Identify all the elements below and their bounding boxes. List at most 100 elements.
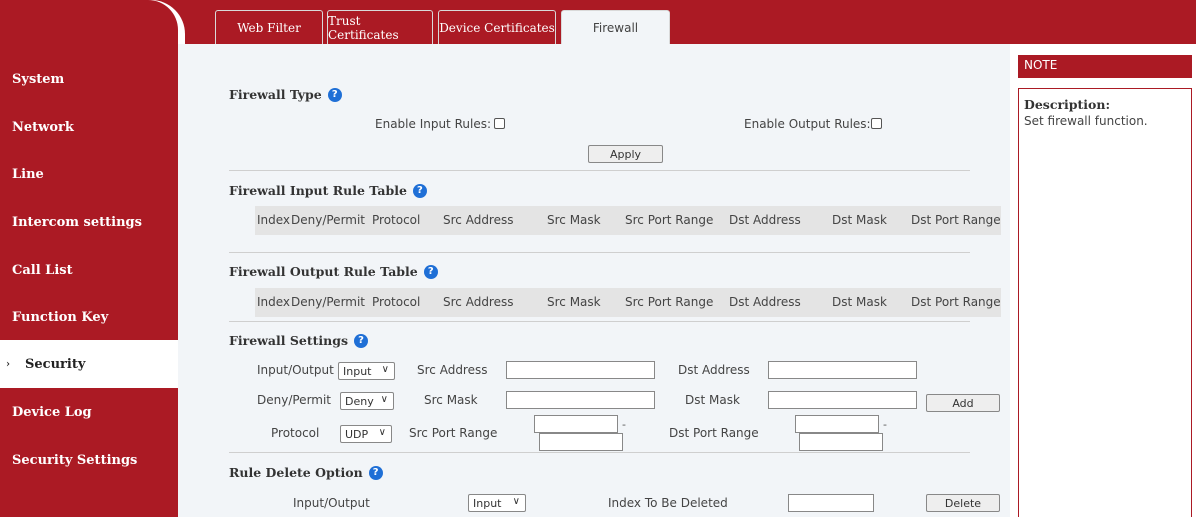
column-header: Dst Address	[729, 213, 801, 227]
sidebar-item-label: Device Log	[12, 404, 92, 420]
delete-input-output-label: Input/Output	[293, 496, 370, 510]
sidebar-item-label: Line	[12, 166, 44, 182]
column-header: Dst Mask	[832, 213, 887, 227]
delete-input-output-select[interactable]: Input ∨	[468, 494, 526, 512]
range-dash: -	[622, 418, 626, 431]
column-header: Src Address	[443, 213, 514, 227]
dst-port-end-input[interactable]	[799, 433, 883, 451]
dst-address-label: Dst Address	[678, 363, 750, 377]
enable-input-rules-label: Enable Input Rules:	[375, 117, 491, 131]
column-header: Dst Port Range	[911, 213, 1001, 227]
dst-address-input[interactable]	[768, 361, 917, 379]
src-address-label: Src Address	[417, 363, 488, 377]
dst-mask-label: Dst Mask	[685, 393, 740, 407]
output-rule-table-header: Index Deny/Permit Protocol Src Address S…	[255, 288, 1001, 317]
enable-output-rules-label: Enable Output Rules:	[744, 117, 871, 131]
divider	[229, 252, 970, 253]
note-panel: Description: Set firewall function.	[1018, 88, 1192, 517]
chevron-down-icon: ∨	[512, 496, 520, 507]
column-header: Src Port Range	[625, 213, 714, 227]
sidebar-item-device-log[interactable]: Device Log	[0, 388, 178, 436]
sidebar-item-label: Intercom settings	[12, 214, 142, 230]
index-to-be-deleted-input[interactable]	[788, 494, 874, 512]
apply-button[interactable]: Apply	[588, 145, 663, 163]
sidebar-item-label: Function Key	[12, 309, 109, 325]
src-address-input[interactable]	[506, 361, 655, 379]
rule-delete-option-title: Rule Delete Option ?	[229, 465, 383, 480]
deny-permit-select[interactable]: Deny ∨	[340, 392, 394, 410]
sidebar-item-system[interactable]: System	[0, 55, 178, 103]
enable-output-rules-checkbox[interactable]	[871, 118, 882, 129]
note-title: Description:	[1024, 97, 1111, 112]
sidebar-item-call-list[interactable]: Call List	[0, 246, 178, 294]
divider	[229, 452, 970, 453]
help-icon[interactable]: ?	[412, 183, 427, 198]
add-button[interactable]: Add	[926, 394, 1000, 412]
column-header: Protocol	[372, 295, 421, 309]
help-icon[interactable]: ?	[327, 87, 342, 102]
dst-mask-input[interactable]	[768, 391, 917, 409]
sidebar-item-function-key[interactable]: Function Key	[0, 293, 178, 341]
help-icon[interactable]: ?	[354, 333, 369, 348]
note-text: Set firewall function.	[1024, 114, 1148, 128]
column-header: Protocol	[372, 213, 421, 227]
section-title-text: Firewall Output Rule Table	[229, 264, 418, 279]
tab-trust-certificates[interactable]: Trust Certificates	[327, 10, 433, 44]
src-mask-input[interactable]	[506, 391, 655, 409]
input-output-select[interactable]: Input ∨	[338, 362, 395, 380]
firewall-settings-title: Firewall Settings ?	[229, 333, 369, 348]
column-header: Src Mask	[547, 213, 601, 227]
input-output-label: Input/Output	[257, 363, 334, 377]
select-value: UDP	[345, 427, 369, 441]
select-value: Deny	[345, 394, 374, 408]
chevron-down-icon: ∨	[381, 364, 389, 375]
dst-port-range-label: Dst Port Range	[669, 426, 759, 440]
section-title-text: Rule Delete Option	[229, 465, 363, 480]
firewall-output-rule-table-title: Firewall Output Rule Table ?	[229, 264, 438, 279]
sidebar-item-label: Call List	[12, 262, 73, 278]
sidebar-item-label: System	[12, 71, 65, 87]
help-icon[interactable]: ?	[368, 465, 383, 480]
select-value: Input	[343, 364, 372, 378]
sidebar-item-intercom-settings[interactable]: Intercom settings	[0, 198, 178, 246]
section-title-text: Firewall Input Rule Table	[229, 183, 407, 198]
sidebar-item-security[interactable]: › Security	[0, 340, 178, 388]
sidebar-item-security-settings[interactable]: Security Settings	[0, 436, 178, 484]
sidebar-item-network[interactable]: Network	[0, 103, 178, 151]
column-header: Src Port Range	[625, 295, 714, 309]
column-header: Deny/Permit	[291, 295, 366, 309]
note-header: NOTE	[1018, 55, 1192, 78]
column-header: Deny/Permit	[291, 213, 366, 227]
input-rule-table-header: Index Deny/Permit Protocol Src Address S…	[255, 206, 1001, 235]
sidebar-item-line[interactable]: Line	[0, 150, 178, 198]
src-port-start-input[interactable]	[534, 415, 618, 433]
select-value: Input	[473, 496, 502, 510]
divider	[229, 321, 970, 322]
src-port-end-input[interactable]	[539, 433, 623, 451]
tab-web-filter[interactable]: Web Filter	[215, 10, 323, 44]
tab-firewall[interactable]: Firewall	[561, 10, 670, 44]
help-icon[interactable]: ?	[423, 264, 438, 279]
column-header: Dst Port Range	[911, 295, 1001, 309]
index-to-be-deleted-label: Index To Be Deleted	[608, 496, 728, 510]
src-mask-label: Src Mask	[424, 393, 478, 407]
firewall-input-rule-table-title: Firewall Input Rule Table ?	[229, 183, 427, 198]
sidebar-item-label: Security Settings	[12, 452, 138, 468]
column-header: Dst Address	[729, 295, 801, 309]
chevron-down-icon: ∨	[378, 427, 386, 438]
range-dash: -	[883, 418, 887, 431]
divider	[229, 170, 970, 171]
enable-input-rules-checkbox[interactable]	[494, 118, 505, 129]
tab-device-certificates[interactable]: Device Certificates	[438, 10, 556, 44]
column-header: Index	[257, 213, 291, 227]
protocol-select[interactable]: UDP ∨	[340, 425, 392, 443]
chevron-down-icon: ∨	[380, 394, 388, 405]
src-port-range-label: Src Port Range	[409, 426, 498, 440]
sidebar-item-label: Security	[25, 356, 86, 372]
column-header: Dst Mask	[832, 295, 887, 309]
sidebar-item-label: Network	[12, 119, 74, 135]
dst-port-start-input[interactable]	[795, 415, 879, 433]
column-header: Src Mask	[547, 295, 601, 309]
column-header: Index	[257, 295, 291, 309]
delete-button[interactable]: Delete	[926, 494, 1000, 512]
